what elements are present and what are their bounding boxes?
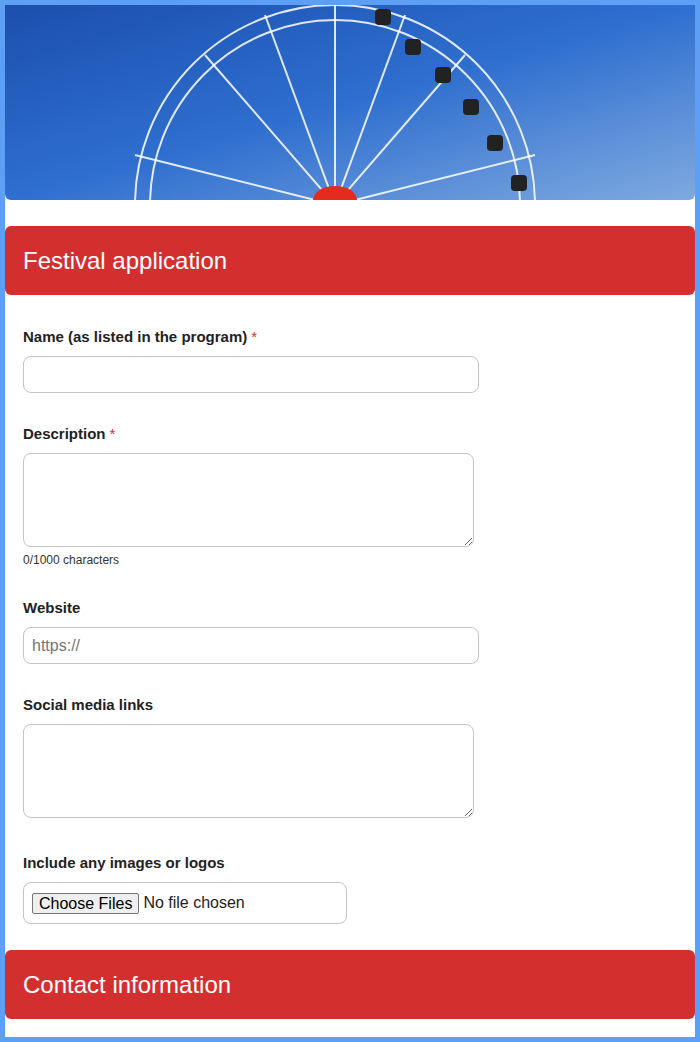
form: Festival application Name (as listed in t… bbox=[5, 200, 695, 1019]
form-field: Social media links bbox=[23, 695, 677, 818]
section-title: Contact information bbox=[23, 970, 231, 1000]
choose-files-button[interactable]: Choose Files bbox=[32, 893, 139, 914]
field-label: Description* bbox=[23, 424, 677, 444]
label-text: Website bbox=[23, 598, 80, 618]
section-title: Festival application bbox=[23, 246, 227, 276]
required-marker: * bbox=[110, 424, 116, 444]
label-text: Name (as listed in the program) bbox=[23, 327, 247, 347]
file-status: No file chosen bbox=[143, 891, 244, 915]
field-label: Website bbox=[23, 598, 677, 618]
label-text: Description bbox=[23, 424, 106, 444]
ferris-wheel-icon bbox=[5, 5, 695, 200]
text-input[interactable] bbox=[23, 627, 479, 664]
form-field: Website bbox=[23, 598, 677, 664]
textarea-input[interactable] bbox=[23, 453, 474, 547]
field-label: Name (as listed in the program)* bbox=[23, 327, 677, 347]
field-label: Social media links bbox=[23, 695, 677, 715]
form-field: Name (as listed in the program)* bbox=[23, 327, 677, 393]
character-counter: 0/1000 characters bbox=[23, 553, 677, 567]
page-frame: Festival application Name (as listed in t… bbox=[0, 0, 700, 1042]
file-input[interactable]: Choose FilesNo file chosen bbox=[23, 882, 347, 924]
text-input[interactable] bbox=[23, 356, 479, 393]
field-label: Include any images or logos bbox=[23, 853, 677, 873]
section-header: Festival application bbox=[5, 226, 695, 295]
section-header: Contact information bbox=[5, 950, 695, 1019]
label-text: Social media links bbox=[23, 695, 153, 715]
section-body: Name (as listed in the program)*Descript… bbox=[5, 295, 695, 924]
banner-image bbox=[5, 5, 695, 200]
label-text: Include any images or logos bbox=[23, 853, 225, 873]
form-field: Include any images or logos Choose FilesN… bbox=[23, 853, 677, 924]
textarea-input[interactable] bbox=[23, 724, 474, 818]
required-marker: * bbox=[251, 327, 257, 347]
form-field: Description* 0/1000 characters bbox=[23, 424, 677, 567]
